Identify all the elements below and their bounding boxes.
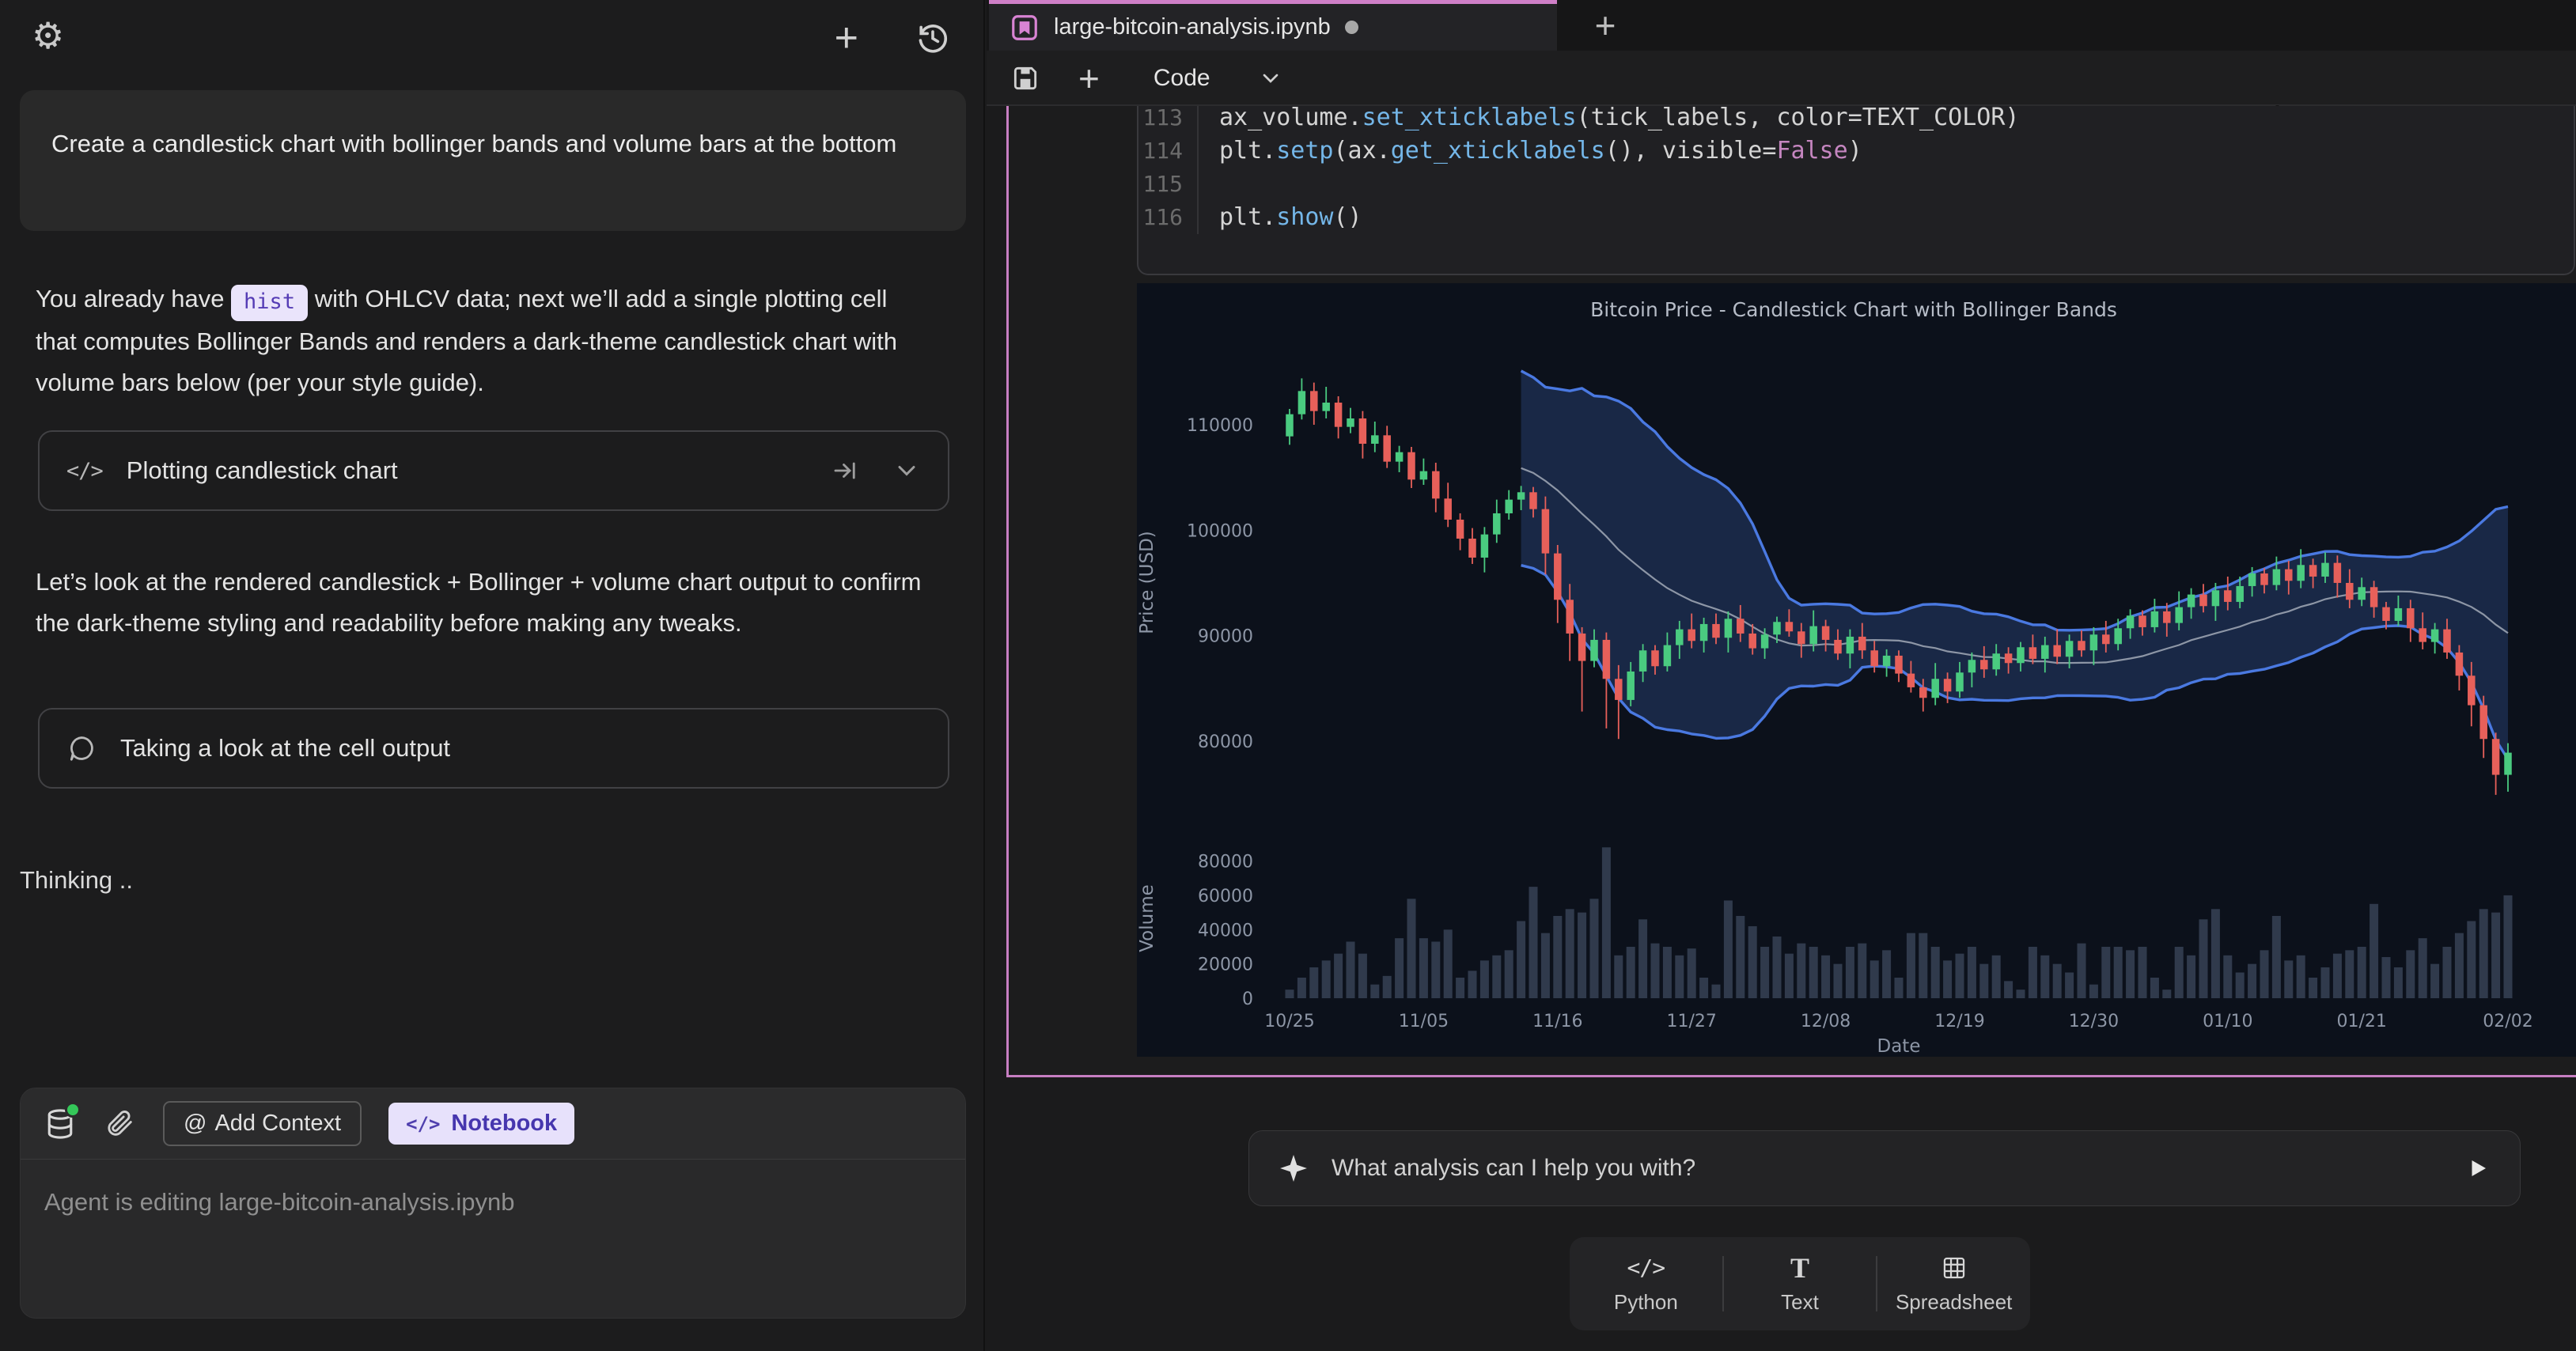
speech-bubble-icon <box>66 733 97 763</box>
tool-call-look-output[interactable]: Taking a look at the cell output <box>38 708 949 789</box>
svg-text:100000: 100000 <box>1187 521 1253 541</box>
svg-text:60000: 60000 <box>1198 887 1253 906</box>
notebook-file-icon <box>1010 13 1040 43</box>
spreadsheet-label: Spreadsheet <box>1896 1290 2012 1315</box>
add-cell-icon[interactable]: + <box>1078 62 1100 94</box>
inline-code-chip: hist <box>231 285 308 321</box>
svg-text:80000: 80000 <box>1198 732 1253 752</box>
cell-type-dropdown[interactable]: Code <box>1154 65 1283 92</box>
svg-text:90000: 90000 <box>1198 627 1253 647</box>
cell-output-figure: Bitcoin Price - Candlestick Chart with B… <box>1137 283 2576 1057</box>
analysis-input-placeholder: What analysis can I help you with? <box>1332 1155 2442 1182</box>
add-spreadsheet-cell-button[interactable]: Spreadsheet <box>1877 1237 2030 1330</box>
svg-text:10/25: 10/25 <box>1264 1012 1314 1031</box>
svg-text:110000: 110000 <box>1187 416 1253 436</box>
at-icon: @ <box>184 1111 206 1137</box>
add-context-button[interactable]: @ Add Context <box>163 1101 362 1146</box>
svg-text:12/30: 12/30 <box>2069 1012 2119 1031</box>
tool-call-plotting[interactable]: </> Plotting candlestick chart <box>38 430 949 511</box>
svg-text:12/19: 12/19 <box>1934 1012 1984 1031</box>
svg-text:11/05: 11/05 <box>1399 1012 1449 1031</box>
composer-toolbar: @ Add Context </> Notebook <box>21 1088 965 1160</box>
app-root: ⚙ + Create a candlestick chart with boll… <box>0 0 2576 1351</box>
chat-input-placeholder: Agent is editing large-bitcoin-analysis.… <box>44 1188 515 1216</box>
chat-panel: ⚙ + Create a candlestick chart with boll… <box>0 0 985 1351</box>
python-code-icon: </> <box>1627 1254 1665 1281</box>
chat-input[interactable]: Agent is editing large-bitcoin-analysis.… <box>21 1160 965 1245</box>
chat-topbar: ⚙ + <box>0 0 983 79</box>
notebook-editing-region: 113ax_volume.set_xticklabels(tick_labels… <box>1006 106 2576 1077</box>
svg-text:Price (USD): Price (USD) <box>1137 531 1157 634</box>
tab-title: large-bitcoin-analysis.ipynb <box>1054 14 1331 40</box>
notebook-chip-label: Notebook <box>451 1111 557 1137</box>
svg-text:80000: 80000 <box>1198 853 1253 872</box>
svg-text:11/16: 11/16 <box>1532 1012 1582 1031</box>
goto-end-icon[interactable] <box>831 456 859 485</box>
tab-strip: large-bitcoin-analysis.ipynb + <box>987 0 2576 51</box>
history-icon[interactable] <box>914 19 952 57</box>
active-code-cell[interactable]: 113ax_volume.set_xticklabels(tick_labels… <box>1137 106 2575 275</box>
sparkle-icon <box>1279 1154 1308 1183</box>
tab-notebook-file[interactable]: large-bitcoin-analysis.ipynb <box>989 0 1557 51</box>
svg-text:Volume: Volume <box>1137 884 1157 952</box>
text-label: Text <box>1781 1290 1819 1315</box>
svg-text:11/27: 11/27 <box>1666 1012 1716 1031</box>
chevron-down-icon[interactable] <box>892 456 921 485</box>
composer: @ Add Context </> Notebook Agent is edit… <box>20 1088 966 1319</box>
add-context-label: Add Context <box>214 1111 341 1137</box>
new-chat-icon[interactable]: + <box>835 22 858 54</box>
assistant-message-2: Let’s look at the rendered candlestick +… <box>36 562 930 644</box>
svg-text:01/21: 01/21 <box>2336 1012 2386 1031</box>
code-editor[interactable]: 113ax_volume.set_xticklabels(tick_labels… <box>1138 106 2574 234</box>
svg-text:Bitcoin Price - Candlestick Ch: Bitcoin Price - Candlestick Chart with B… <box>1590 298 2117 321</box>
code-icon: </> <box>406 1113 440 1135</box>
connected-status-dot <box>65 1102 81 1118</box>
python-label: Python <box>1614 1290 1678 1315</box>
data-sources-icon[interactable] <box>43 1107 78 1141</box>
assistant-message-1: You already have hist with OHLCV data; n… <box>36 278 930 403</box>
code-icon: </> <box>66 459 103 483</box>
svg-text:0: 0 <box>1242 990 1253 1009</box>
svg-text:40000: 40000 <box>1198 921 1253 940</box>
tool-call-look-output-label: Taking a look at the cell output <box>120 734 450 763</box>
svg-text:12/08: 12/08 <box>1801 1012 1851 1031</box>
analysis-input-bar[interactable]: What analysis can I help you with? <box>1248 1130 2521 1206</box>
unsaved-changes-dot[interactable] <box>1345 21 1358 34</box>
svg-text:01/10: 01/10 <box>2203 1012 2252 1031</box>
new-tab-button[interactable]: + <box>1582 2 1629 49</box>
svg-text:Date: Date <box>1877 1036 1921 1057</box>
notebook-context-chip[interactable]: </> Notebook <box>388 1103 574 1145</box>
tool-call-plotting-label: Plotting candlestick chart <box>127 456 398 485</box>
save-icon[interactable] <box>1010 63 1040 93</box>
spreadsheet-grid-icon <box>1941 1254 1968 1281</box>
svg-text:20000: 20000 <box>1198 956 1253 975</box>
attach-file-icon[interactable] <box>104 1108 136 1140</box>
cell-type-value: Code <box>1154 65 1210 92</box>
user-message-card: Create a candlestick chart with bollinge… <box>20 90 966 231</box>
new-cell-actions: </> Python T Text Spreadsheet <box>1570 1237 2030 1330</box>
svg-text:02/02: 02/02 <box>2483 1012 2532 1031</box>
notebook-toolbar: + Code Run Active Cell App <box>987 51 2576 106</box>
assistant-message-1-pre: You already have <box>36 285 231 312</box>
notebook-panel: large-bitcoin-analysis.ipynb + + Code <box>987 0 2576 1351</box>
text-icon: T <box>1790 1251 1809 1285</box>
send-icon[interactable] <box>2466 1156 2490 1180</box>
add-text-cell-button[interactable]: T Text <box>1724 1237 1877 1330</box>
settings-icon[interactable]: ⚙ <box>32 14 64 57</box>
thinking-status: Thinking .. <box>20 866 133 895</box>
add-python-cell-button[interactable]: </> Python <box>1570 1237 1722 1330</box>
chevron-down-icon <box>1258 66 1283 91</box>
user-message-text: Create a candlestick chart with bollinge… <box>51 123 906 165</box>
bitcoin-candlestick-chart: Bitcoin Price - Candlestick Chart with B… <box>1137 283 2576 1057</box>
